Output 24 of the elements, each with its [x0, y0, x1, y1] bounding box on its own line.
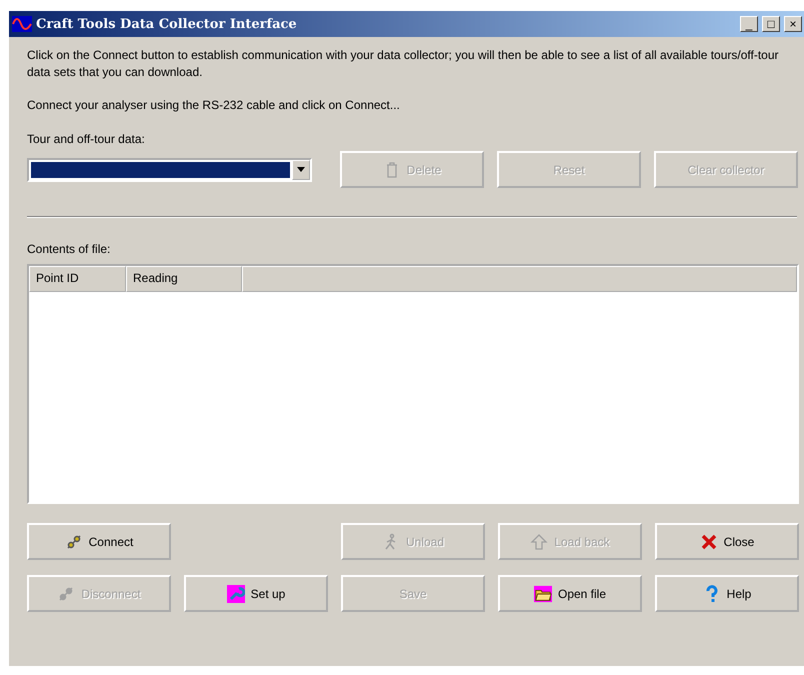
wrench-icon: [226, 584, 245, 602]
plug-icon: [57, 584, 76, 602]
waveform-icon: [12, 16, 32, 32]
folder-icon: [534, 584, 552, 602]
action-button[interactable]: Open file: [498, 575, 642, 612]
tour-dropdown[interactable]: [27, 158, 312, 182]
minimize-button[interactable]: _: [740, 16, 758, 32]
action-button[interactable]: Close: [655, 523, 799, 560]
column-header[interactable]: Reading: [126, 266, 242, 292]
action-button[interactable]: Help: [655, 575, 799, 612]
dropdown-arrow-icon: [297, 167, 305, 172]
field-label: Tour and off-tour data:: [27, 132, 146, 146]
intro-text: Click on the Connect button to establish communication with your data collector; you will then be able to see a list of all available tours/off-tour data sets that you can download.: [27, 47, 780, 81]
column-header[interactable]: Point ID: [29, 266, 126, 292]
instruction-text: Connect your analyser using the RS-232 cable and click on Connect...: [27, 97, 401, 114]
close-button[interactable]: ×: [784, 16, 802, 32]
close-icon: [700, 532, 718, 550]
action-button[interactable]: Connect: [27, 523, 171, 560]
maximize-button[interactable]: □: [762, 16, 780, 32]
up-arrow-icon: [530, 532, 548, 550]
action-button[interactable]: Set up: [184, 575, 328, 612]
plug-icon: [64, 532, 83, 550]
window-title: Craft Tools Data Collector Interface: [36, 16, 298, 32]
contents-label: Contents of file:: [27, 242, 112, 256]
